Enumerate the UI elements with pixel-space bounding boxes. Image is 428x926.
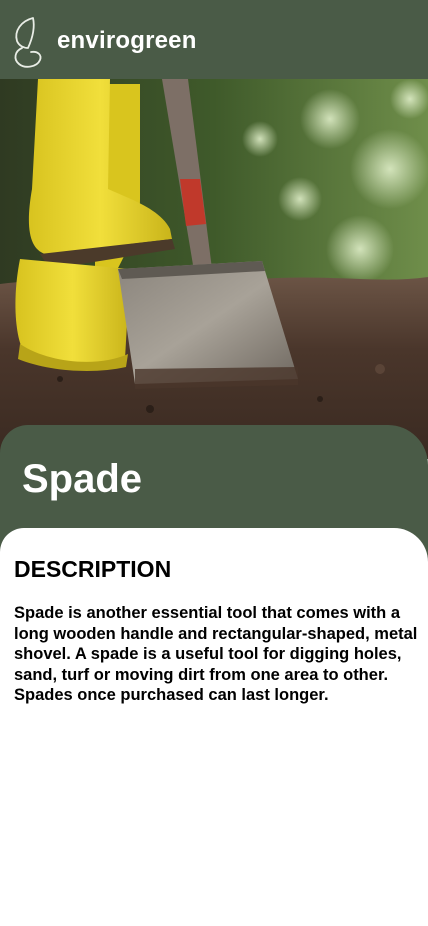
leaf-g-logo-icon [14, 17, 42, 68]
app-header: envirogreen [0, 0, 428, 79]
product-title: Spade [22, 457, 143, 501]
description-body: Spade is another essential tool that com… [14, 604, 418, 704]
brand-name: envirogreen [57, 27, 197, 54]
product-detail-screen: envirogreen Spade DESCRIPTION Spade is a… [0, 0, 428, 926]
description-heading: DESCRIPTION [14, 556, 172, 582]
description-card [0, 528, 428, 926]
hero-image [0, 79, 428, 459]
